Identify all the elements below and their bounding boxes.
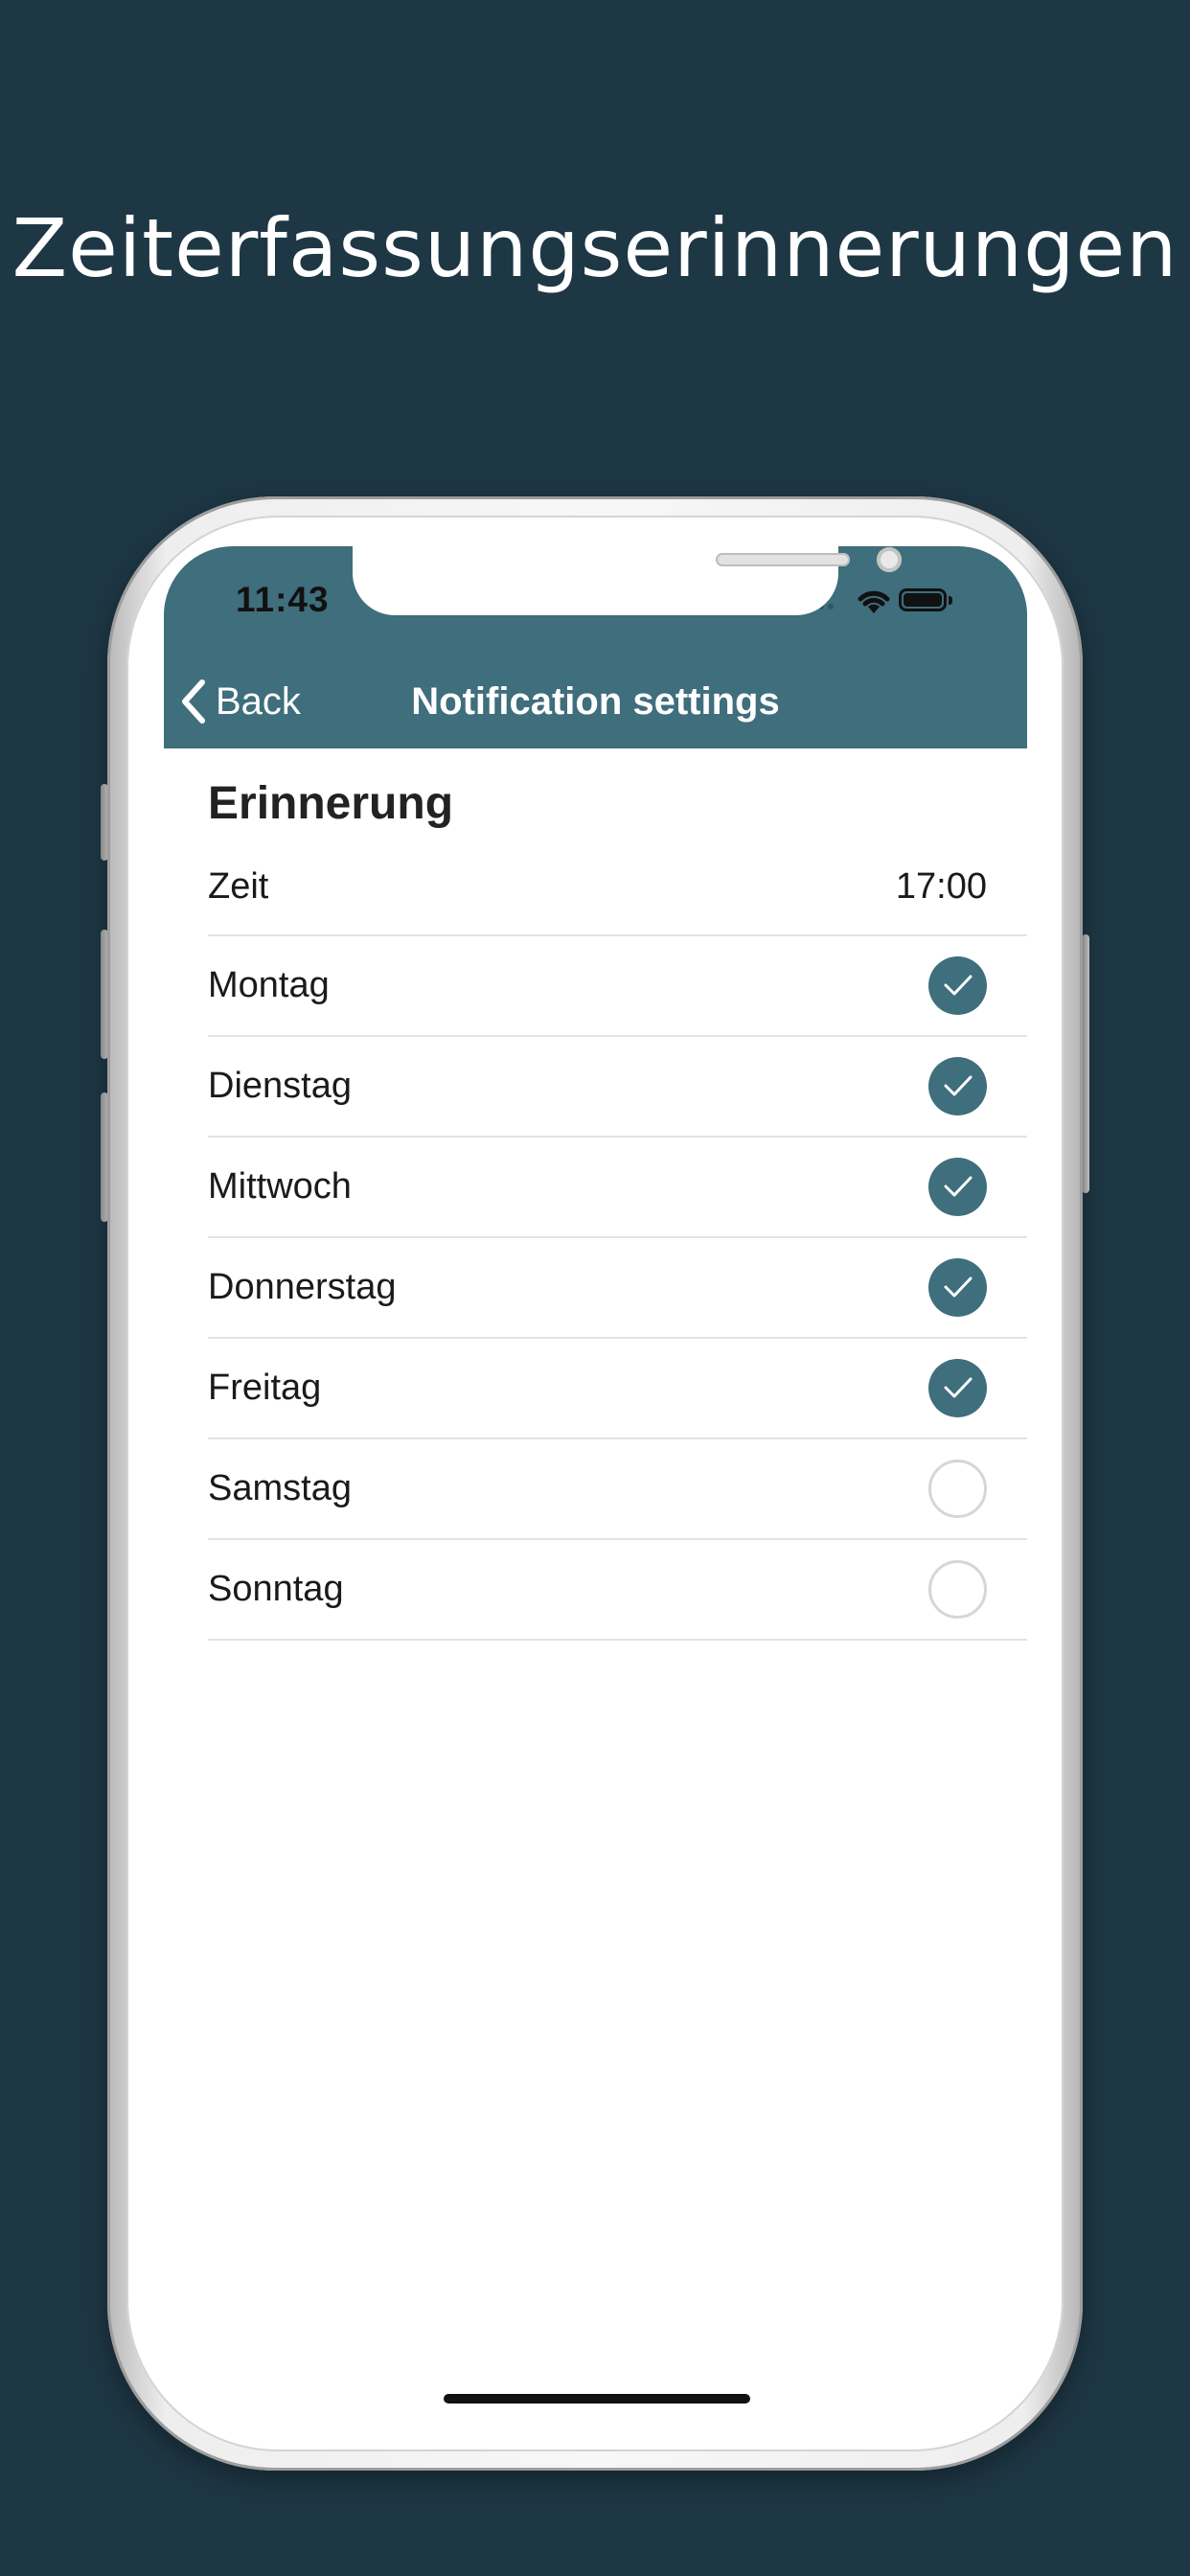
back-button[interactable]: Back bbox=[179, 673, 301, 730]
weekday-row-samstag[interactable]: Samstag bbox=[208, 1439, 1027, 1540]
checkmark-icon bbox=[944, 1075, 973, 1096]
checkmark-icon bbox=[944, 975, 973, 996]
weekday-row-mittwoch[interactable]: Mittwoch bbox=[208, 1138, 1027, 1238]
weekday-checkbox-checked[interactable] bbox=[928, 956, 987, 1015]
time-label: Zeit bbox=[208, 866, 269, 907]
weekday-row-dienstag[interactable]: Dienstag bbox=[208, 1037, 1027, 1138]
weekday-label: Mittwoch bbox=[208, 1166, 352, 1207]
weekday-row-montag[interactable]: Montag bbox=[208, 936, 1027, 1037]
weekday-checkbox-checked[interactable] bbox=[928, 1258, 987, 1317]
weekday-checkbox-checked[interactable] bbox=[928, 1359, 987, 1417]
weekday-row-donnerstag[interactable]: Donnerstag bbox=[208, 1238, 1027, 1339]
earpiece-speaker bbox=[716, 553, 850, 566]
weekday-label: Freitag bbox=[208, 1368, 322, 1408]
weekday-label: Dienstag bbox=[208, 1066, 352, 1106]
reminder-time-row[interactable]: Zeit 17:00 bbox=[208, 847, 1027, 936]
checkmark-icon bbox=[944, 1276, 973, 1298]
weekday-row-freitag[interactable]: Freitag bbox=[208, 1339, 1027, 1439]
weekday-checkbox-checked[interactable] bbox=[928, 1057, 987, 1116]
weekday-list: Montag Dienstag Mittwoch Donnerstag Frei… bbox=[208, 936, 1027, 1641]
weekday-label: Donnerstag bbox=[208, 1267, 397, 1307]
time-value[interactable]: 17:00 bbox=[896, 847, 987, 927]
back-button-label: Back bbox=[216, 679, 301, 723]
phone-notch bbox=[353, 546, 902, 615]
phone-screen: 11:43 Notification settings Back Erinner… bbox=[164, 546, 1027, 2420]
weekday-label: Sonntag bbox=[208, 1569, 344, 1609]
section-title: Erinnerung bbox=[208, 778, 454, 829]
battery-icon bbox=[899, 588, 947, 611]
weekday-row-sonntag[interactable]: Sonntag bbox=[208, 1540, 1027, 1641]
front-camera bbox=[877, 547, 902, 572]
chevron-left-icon bbox=[182, 679, 205, 724]
weekday-checkbox-checked[interactable] bbox=[928, 1158, 987, 1216]
home-indicator[interactable] bbox=[444, 2394, 750, 2404]
weekday-label: Samstag bbox=[208, 1468, 352, 1508]
weekday-checkbox-unchecked[interactable] bbox=[928, 1560, 987, 1619]
wifi-icon bbox=[858, 590, 890, 613]
status-bar-time: 11:43 bbox=[236, 580, 330, 619]
weekday-checkbox-unchecked[interactable] bbox=[928, 1460, 987, 1518]
checkmark-icon bbox=[944, 1176, 973, 1197]
promo-headline: Zeiterfassungserinnerungen bbox=[11, 201, 1179, 295]
phone-power-button bbox=[1082, 934, 1089, 1193]
battery-tip bbox=[949, 596, 952, 605]
checkmark-icon bbox=[944, 1377, 973, 1398]
weekday-label: Montag bbox=[208, 965, 330, 1005]
